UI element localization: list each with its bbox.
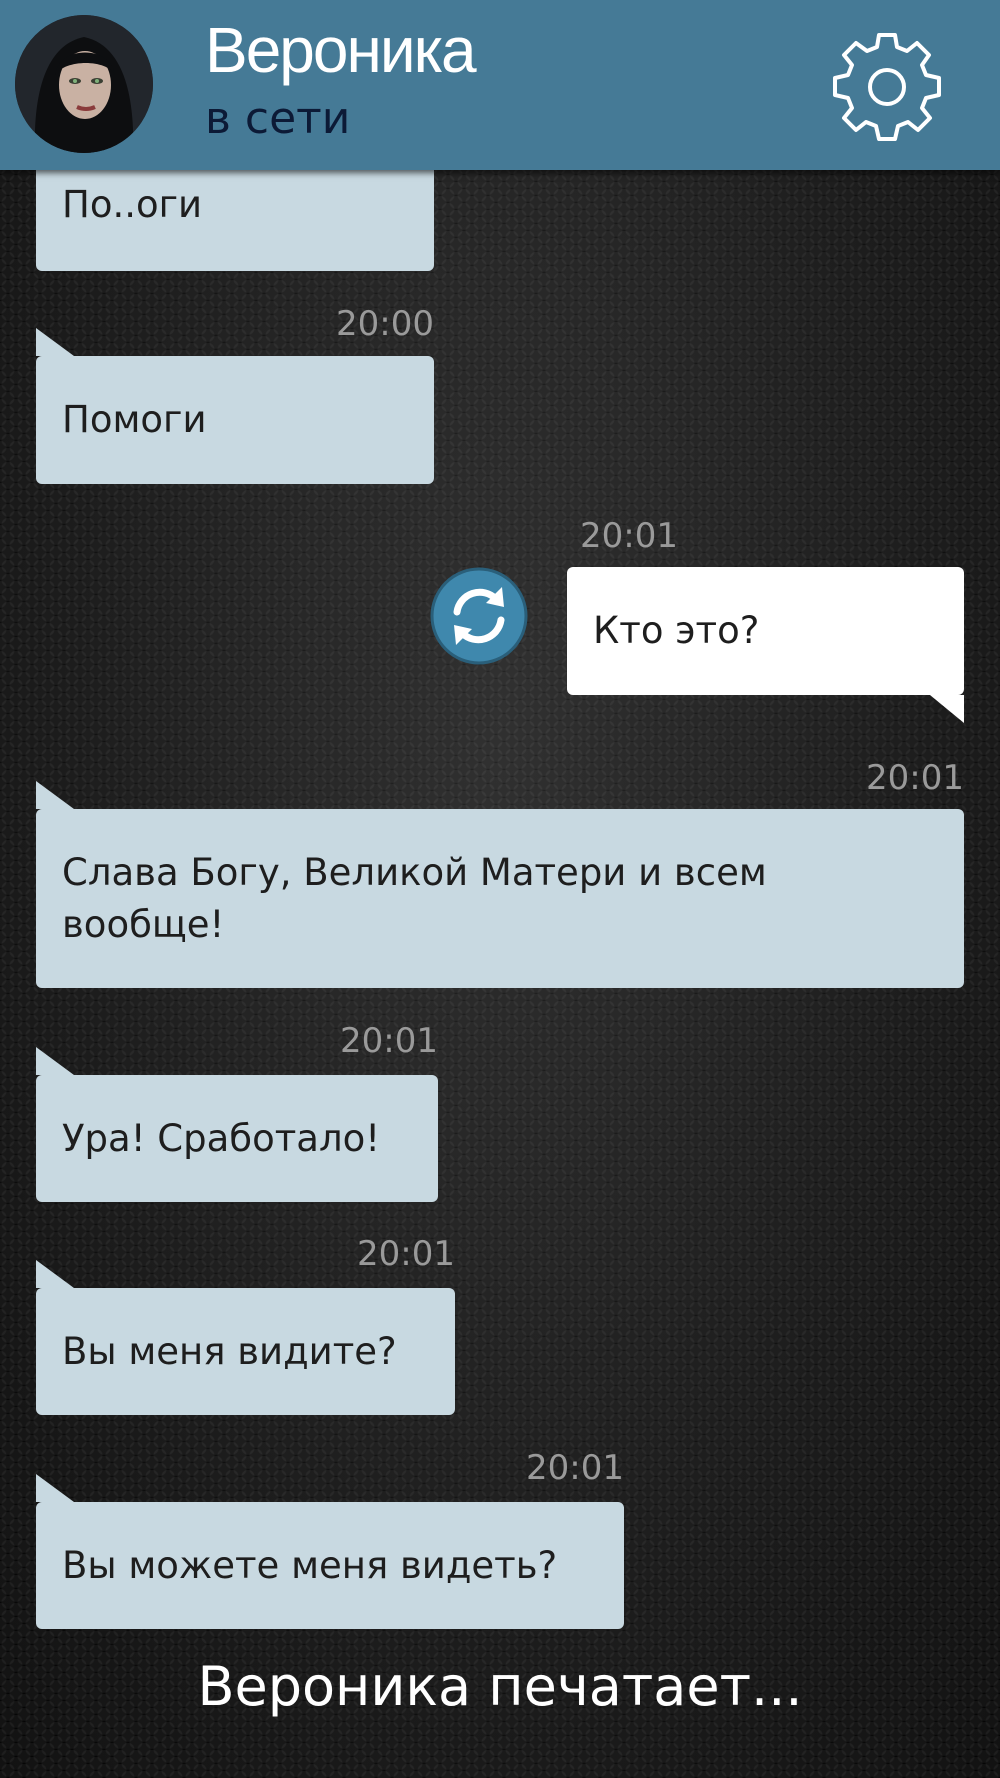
message-bubble: Ура! Сработало! bbox=[36, 1075, 438, 1202]
bubble-tail bbox=[36, 1260, 74, 1288]
gear-icon[interactable] bbox=[828, 28, 946, 146]
message-time: 20:01 bbox=[340, 1021, 438, 1061]
message-bubble: Слава Богу, Великой Матери и всем вообще… bbox=[36, 809, 964, 988]
message-bubble: Помоги bbox=[36, 356, 434, 484]
bubble-tail bbox=[36, 781, 74, 809]
message-text: По..оги bbox=[62, 183, 203, 226]
message-time: 20:00 bbox=[336, 304, 434, 344]
message-time: 20:01 bbox=[526, 1448, 624, 1488]
message-text: Вы можете меня видеть? bbox=[62, 1543, 558, 1587]
message-time: 20:01 bbox=[357, 1234, 455, 1274]
chat-header: Вероника в сети bbox=[0, 0, 1000, 170]
message-time: 20:01 bbox=[866, 758, 964, 798]
message-bubble: Вы можете меня видеть? bbox=[36, 1502, 624, 1629]
message-text: Помоги bbox=[62, 398, 207, 441]
contact-status: в сети bbox=[205, 93, 351, 144]
message-text: Вы меня видите? bbox=[62, 1329, 397, 1373]
refresh-icon[interactable] bbox=[430, 567, 528, 665]
contact-name: Вероника bbox=[205, 14, 477, 86]
message-text: Кто это? bbox=[593, 609, 760, 652]
message-text: Ура! Сработало! bbox=[62, 1116, 381, 1160]
message-text: Слава Богу, Великой Матери и всем вообще… bbox=[62, 850, 767, 946]
message-bubble: Вы меня видите? bbox=[36, 1288, 455, 1415]
bubble-tail bbox=[930, 695, 964, 723]
typing-indicator: Вероника печатает... bbox=[197, 1655, 803, 1718]
bubble-tail bbox=[36, 1474, 74, 1502]
avatar[interactable] bbox=[15, 15, 153, 153]
bubble-tail bbox=[36, 1047, 74, 1075]
message-bubble: Кто это? bbox=[567, 567, 964, 695]
bubble-tail bbox=[36, 328, 74, 356]
message-time: 20:01 bbox=[580, 516, 678, 556]
